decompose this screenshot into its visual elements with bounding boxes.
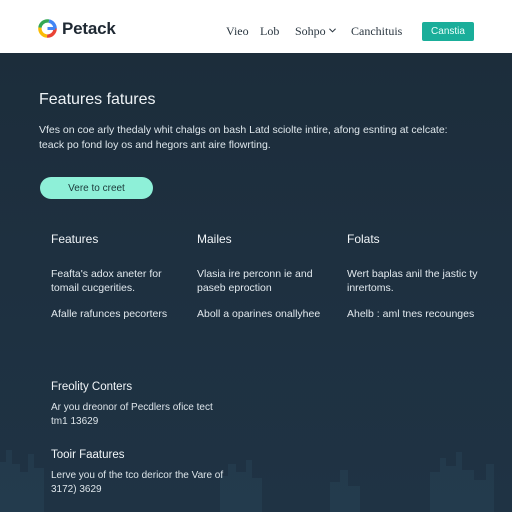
column-text-secondary: Afalle rafunces pecorters [51, 308, 168, 320]
brand-name[interactable]: Petack [62, 19, 116, 39]
nav-link-vieo[interactable]: Vieo [226, 24, 249, 39]
chevron-down-icon[interactable] [329, 28, 336, 33]
column-text-primary: Wert baplas anil the jastic ty inrertoms… [347, 268, 478, 294]
column-text-secondary: Aboll a oparines onallyhee [197, 308, 321, 320]
column-text-primary: Feafta's adox aneter for tomail cucgerit… [51, 268, 162, 294]
column-heading-folats: Folats [347, 232, 380, 246]
nav-cta-button[interactable]: Canstia [422, 22, 474, 41]
column-text-primary: Vlasia ire perconn ie and paseb eproctio… [197, 268, 313, 294]
column-heading-features: Features [51, 232, 99, 246]
nav-link-canchituis[interactable]: Canchituis [351, 24, 402, 39]
nav-link-sohpo[interactable]: Sohpo [295, 24, 326, 39]
section-heading: Freolity Conters [51, 381, 133, 393]
section-text: Ar you dreonor of Pecdlers ofice tect tm… [51, 402, 213, 427]
top-navbar: Petack Vieo Lob Sohpo Canchituis Canstia [0, 0, 512, 53]
logo-icon[interactable] [38, 19, 57, 38]
column-text-secondary: Ahelb : aml tnes recounges [347, 308, 475, 320]
nav-link-lob[interactable]: Lob [260, 24, 279, 39]
column-heading-mailes: Mailes [197, 232, 232, 246]
hero-description: Vfes on coe arly thedaly whit chalgs on … [39, 124, 448, 151]
section-heading: Tooir Faatures [51, 449, 125, 461]
section-text: Lerve you of the tco dericor the Vare of… [51, 470, 224, 495]
hero-cta-button[interactable]: Vere to creet [40, 177, 153, 199]
hero-title: Features fatures [39, 91, 156, 108]
